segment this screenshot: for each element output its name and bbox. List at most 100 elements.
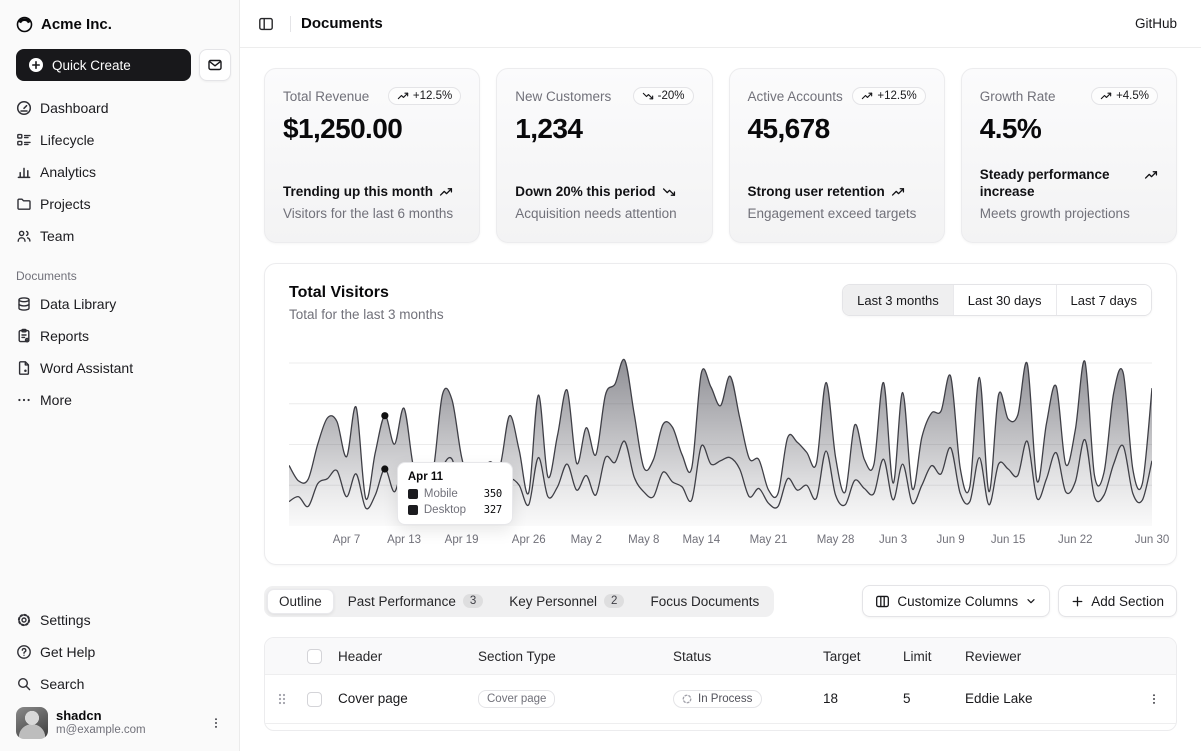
quick-create-button[interactable]: Quick Create <box>16 49 191 81</box>
count-badge: 2 <box>604 594 624 608</box>
users-icon <box>16 228 32 244</box>
card-footer: Steady performance increase Meets growth… <box>980 145 1158 222</box>
x-tick-label: Jun 30 <box>1135 534 1170 546</box>
sidebar-item-label: Search <box>40 676 84 692</box>
sidebar-item-more[interactable]: More <box>8 385 231 415</box>
help-icon <box>16 644 32 660</box>
column-section-type: Section Type <box>470 638 665 674</box>
tooltip-date: Apr 11 <box>408 471 502 483</box>
range-last-30-days[interactable]: Last 30 days <box>953 285 1056 315</box>
chart-area[interactable]: Apr 7Apr 13Apr 19Apr 26May 2May 8May 14M… <box>289 350 1152 552</box>
card-title: New Customers <box>515 87 611 104</box>
reviewer-cell[interactable]: Eddie Lake <box>957 723 1132 731</box>
dots-vertical-icon[interactable] <box>205 712 227 734</box>
sidebar-spacer <box>8 415 231 597</box>
sidebar-item-data-library[interactable]: Data Library <box>8 289 231 319</box>
trending-down-icon <box>642 90 654 102</box>
sidebar-item-label: Lifecycle <box>40 132 94 148</box>
trending-up-icon <box>861 90 873 102</box>
sidebar-item-reports[interactable]: Reports <box>8 321 231 351</box>
sidebar-toggle-button[interactable] <box>252 10 280 38</box>
trending-up-icon <box>1100 90 1112 102</box>
sidebar-item-analytics[interactable]: Analytics <box>8 157 231 187</box>
user-name: shadcn <box>56 708 146 724</box>
card-total-revenue: Total Revenue +12.5% $1,250.00 Trending … <box>264 68 480 243</box>
target-cell[interactable]: 29 <box>815 723 895 731</box>
sidebar-item-label: Get Help <box>40 644 95 660</box>
card-title: Growth Rate <box>980 87 1056 104</box>
row-menu-icon[interactable] <box>1140 692 1168 706</box>
user-menu-row[interactable]: shadcn m@example.com <box>8 699 231 743</box>
chart-tooltip: Apr 11 Mobile 350 Desktop 327 <box>397 462 513 525</box>
sidebar-item-projects[interactable]: Projects <box>8 189 231 219</box>
brand-label: Acme Inc. <box>41 16 112 33</box>
select-all-checkbox[interactable] <box>307 649 322 664</box>
chart-subtitle: Total for the last 3 months <box>289 307 444 322</box>
sidebar-item-label: Projects <box>40 196 91 212</box>
page-title: Documents <box>301 15 383 32</box>
sidebar-item-dashboard[interactable]: Dashboard <box>8 93 231 123</box>
trending-up-icon <box>397 90 409 102</box>
range-last-7-days[interactable]: Last 7 days <box>1056 285 1152 315</box>
quick-create-label: Quick Create <box>52 58 131 73</box>
trending-up-icon <box>439 184 453 199</box>
logo-icon <box>16 16 33 33</box>
status-badge: In Process <box>673 690 762 708</box>
card-footer: Trending up this month Visitors for the … <box>283 162 461 222</box>
tab-outline[interactable]: Outline <box>267 589 334 614</box>
tab-focus-documents[interactable]: Focus Documents <box>638 589 771 614</box>
card-footer: Strong user retention Engagement exceed … <box>748 162 926 222</box>
sidebar-item-label: Team <box>40 228 74 244</box>
divider <box>290 16 291 32</box>
sidebar-item-search[interactable]: Search <box>8 669 231 699</box>
sidebar-item-label: Data Library <box>40 296 116 312</box>
table-row: Table of contents Table of contents Done… <box>265 723 1176 731</box>
sidebar-item-get-help[interactable]: Get Help <box>8 637 231 667</box>
analytics-icon <box>16 164 32 180</box>
sections-table: Header Section Type Status Target Limit … <box>264 637 1177 731</box>
limit-cell[interactable]: 5 <box>895 674 957 723</box>
target-cell[interactable]: 18 <box>815 674 895 723</box>
nav-documents: Data Library Reports Word Assistant More <box>8 289 231 415</box>
reviewer-cell[interactable]: Eddie Lake <box>957 674 1132 723</box>
table-actions: Customize Columns Add Section <box>862 585 1177 617</box>
dashboard-icon <box>16 100 32 116</box>
column-reviewer: Reviewer <box>957 638 1132 674</box>
x-tick-label: May 28 <box>817 534 855 546</box>
customize-columns-button[interactable]: Customize Columns <box>862 585 1050 617</box>
x-tick-label: Apr 13 <box>387 534 421 546</box>
row-header-cell[interactable]: Table of contents <box>330 723 470 731</box>
column-status: Status <box>665 638 815 674</box>
trending-up-icon <box>891 184 905 199</box>
tab-key-personnel[interactable]: Key Personnel2 <box>497 589 636 614</box>
card-value: 45,678 <box>748 113 926 145</box>
row-header-cell[interactable]: Cover page <box>330 674 470 723</box>
card-title: Active Accounts <box>748 87 843 104</box>
sidebar-item-word-assistant[interactable]: Word Assistant <box>8 353 231 383</box>
tab-past-performance[interactable]: Past Performance3 <box>336 589 495 614</box>
x-tick-label: Apr 7 <box>333 534 361 546</box>
row-checkbox[interactable] <box>307 692 322 707</box>
mobile-swatch <box>408 489 418 499</box>
limit-cell[interactable]: 24 <box>895 723 957 731</box>
github-link[interactable]: GitHub <box>1135 16 1177 31</box>
add-section-button[interactable]: Add Section <box>1058 585 1177 617</box>
x-tick-label: May 8 <box>628 534 659 546</box>
x-tick-label: Jun 3 <box>879 534 907 546</box>
inbox-button[interactable] <box>199 49 231 81</box>
drag-handle-icon[interactable] <box>273 692 291 706</box>
database-icon <box>16 296 32 312</box>
user-email: m@example.com <box>56 724 146 738</box>
quick-create-row: Quick Create <box>8 45 231 85</box>
column-target: Target <box>815 638 895 674</box>
card-growth-rate: Growth Rate +4.5% 4.5% Steady performanc… <box>961 68 1177 243</box>
sidebar-item-team[interactable]: Team <box>8 221 231 251</box>
brand[interactable]: Acme Inc. <box>8 8 231 41</box>
sidebar-item-settings[interactable]: Settings <box>8 605 231 635</box>
trend-badge: +4.5% <box>1091 87 1158 105</box>
sidebar-item-lifecycle[interactable]: Lifecycle <box>8 125 231 155</box>
nav-main: Dashboard Lifecycle Analytics Projects T… <box>8 93 231 251</box>
range-last-3-months[interactable]: Last 3 months <box>843 285 953 315</box>
desktop-swatch <box>408 505 418 515</box>
card-new-customers: New Customers -20% 1,234 Down 20% this p… <box>496 68 712 243</box>
